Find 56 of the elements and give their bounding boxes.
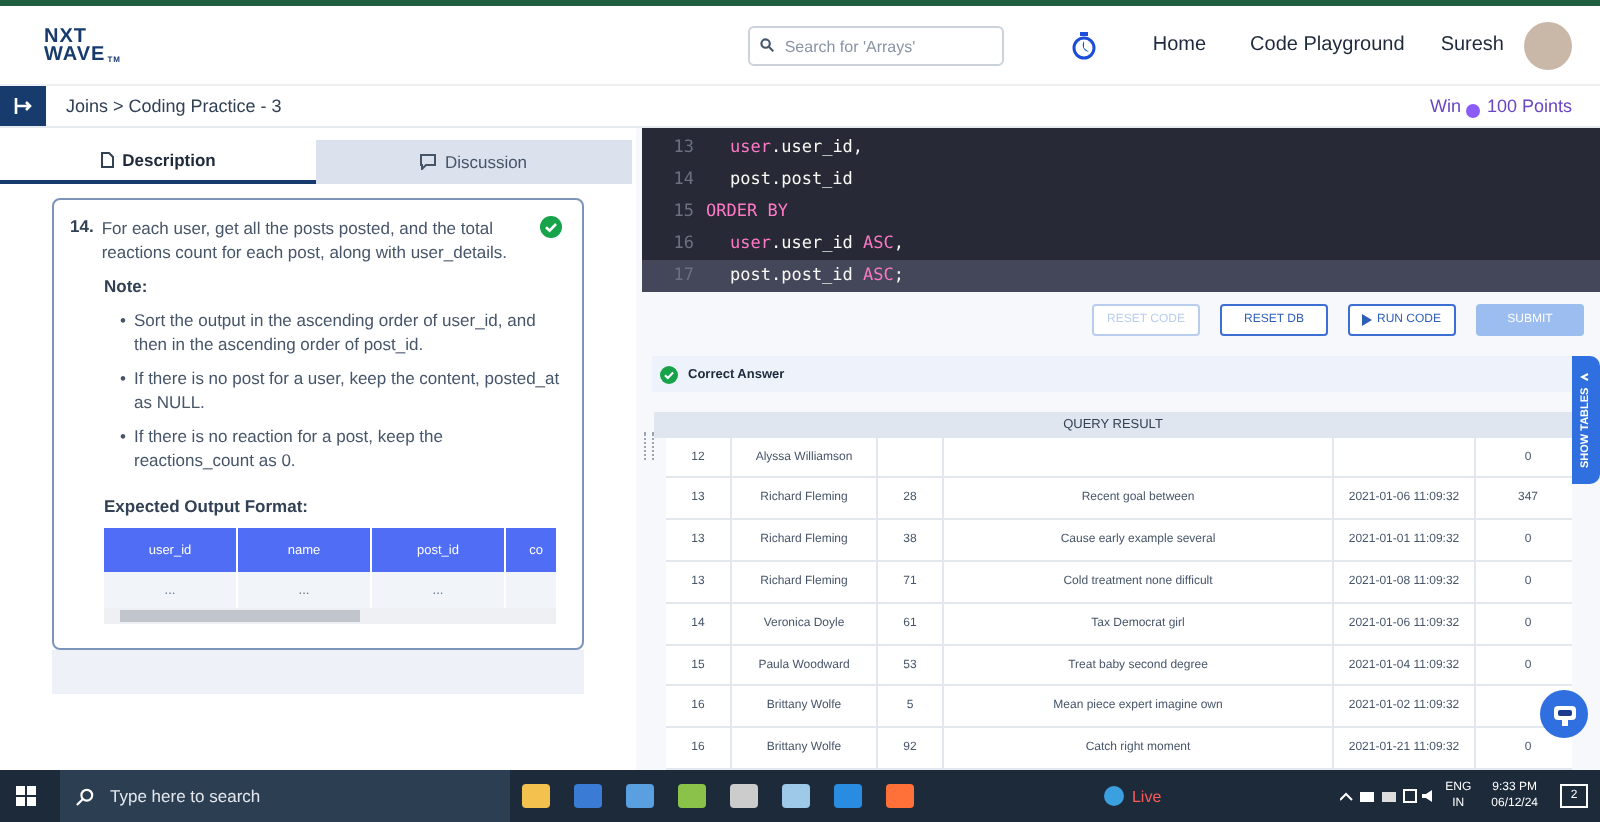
code-line: user.user_id, <box>728 138 864 158</box>
taskbar-app-icon[interactable] <box>782 784 810 808</box>
taskbar-app-icon[interactable] <box>626 784 654 808</box>
code-line: ORDER BY <box>706 202 788 222</box>
win-label: Win <box>1429 96 1461 116</box>
taskbar-app-icon[interactable] <box>886 784 914 808</box>
question-text: For each user, get all the posts posted, and the total reactions count for each post, along with user_details. <box>101 216 510 264</box>
stopwatch-icon[interactable] <box>1072 31 1097 59</box>
scrollbar[interactable] <box>104 608 556 624</box>
note-item: If there is no post for a user, keep the content, posted_at as NULL. <box>133 366 562 414</box>
play-icon <box>1362 314 1373 326</box>
note-title: Note: <box>104 276 150 296</box>
nav-link[interactable]: Code Playground <box>1250 34 1405 56</box>
document-icon <box>100 152 115 168</box>
robot-icon <box>1551 702 1577 726</box>
points-text: 100 Points <box>1486 96 1572 116</box>
taskbar-app-icon[interactable] <box>834 784 862 808</box>
note-item: If there is no reaction for a post, keep the reactions_count as 0. <box>133 424 445 472</box>
breadcrumb: Joins > Coding Practice - 3 <box>66 96 282 116</box>
bullet-mark: • <box>120 366 126 392</box>
avatar[interactable] <box>1524 21 1572 69</box>
chatbot-button[interactable] <box>1540 690 1588 738</box>
tray-icons[interactable] <box>1339 788 1436 804</box>
tab[interactable]: Discussion <box>316 140 632 184</box>
taskbar-app-icon[interactable] <box>522 784 550 808</box>
code-line: user.user_id ASC, <box>728 234 905 254</box>
code-line: post.post_id <box>728 170 853 190</box>
line-number: 16 <box>671 234 696 254</box>
globe-icon[interactable] <box>1103 786 1124 806</box>
taskbar-app-icon[interactable] <box>678 784 706 808</box>
format-title: Expected Output Format: <box>104 496 311 516</box>
question-number: 14. <box>70 216 94 236</box>
taskbar-search-field[interactable]: Type here to search <box>60 770 510 822</box>
windows-icon[interactable] <box>16 786 36 806</box>
table-cell <box>506 572 556 608</box>
bullet-mark: • <box>120 308 126 334</box>
search-field[interactable]: Search for 'Arrays' <box>748 26 1005 66</box>
search-icon <box>76 787 94 805</box>
chevron-icon <box>1581 371 1591 382</box>
nav-link[interactable]: Home <box>1152 34 1207 56</box>
bullet-mark: • <box>120 424 126 450</box>
taskbar-search-input[interactable]: Type here to search <box>106 784 414 808</box>
weather-text[interactable]: Live <box>1131 787 1162 805</box>
code-line: post.post_id ASC; <box>728 266 905 286</box>
taskbar-app-icon[interactable] <box>574 784 602 808</box>
line-number: 14 <box>671 170 696 190</box>
collapse-icon <box>14 98 32 114</box>
sidebar-toggle-button[interactable] <box>0 86 46 126</box>
search-icon <box>760 37 775 51</box>
note-item: Sort the output in the ascending order of user_id, and then in the ascending order of post_id. <box>133 308 538 356</box>
chat-icon <box>420 154 437 170</box>
coin-icon <box>1466 103 1481 117</box>
line-number: 15 <box>671 202 696 222</box>
taskbar-app-icon[interactable] <box>730 784 758 808</box>
user-name: Suresh <box>1440 34 1504 56</box>
line-number: 13 <box>671 138 696 158</box>
